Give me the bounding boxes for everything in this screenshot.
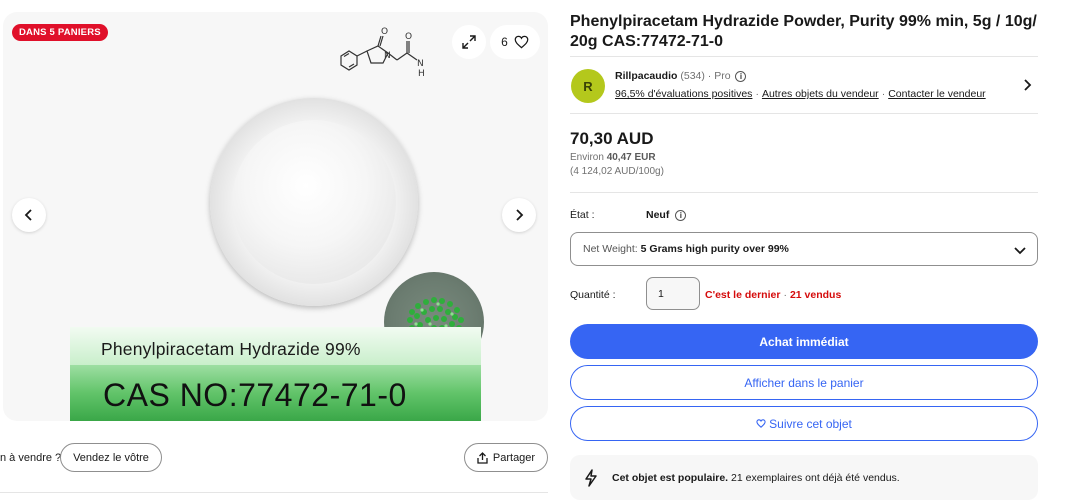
variation-select[interactable]: Net Weight: 5 Grams high purity over 99% [570,232,1038,266]
chevron-right-icon[interactable] [1021,78,1033,92]
svg-text:O: O [405,32,412,42]
svg-text:O: O [381,27,388,37]
powder-image [232,120,396,284]
divider [0,492,548,493]
unit-price: (4 124,02 AUD/100g) [570,166,664,177]
svg-text:N: N [417,59,424,69]
share-label: Partager [492,451,536,464]
watch-count-button[interactable]: 6 [490,25,540,59]
contact-seller-link[interactable]: Contacter le vendeur [888,88,985,100]
condition-label: État : [570,209,595,221]
separator: · [755,88,759,100]
watch-item-button[interactable]: Suivre cet objet [570,406,1038,441]
next-image-button[interactable] [502,198,536,232]
seller-feedback-link[interactable]: 96,5% d'évaluations positives [615,88,752,100]
price-approx-prefix: Environ [570,152,604,163]
chevron-down-icon [1014,247,1026,255]
seller-avatar[interactable]: R [571,69,605,103]
lightning-icon [585,468,597,487]
chevron-left-icon [24,209,32,221]
stock-warning: C'est le dernier · 21 vendus [705,289,841,301]
condition-value: Neuf i [646,209,687,221]
info-icon[interactable]: i [735,70,747,82]
view-cart-button[interactable]: Afficher dans le panier [570,365,1038,400]
variation-selected: 5 Grams high purity over 99% [640,243,789,255]
price-approx-value: 40,47 EUR [606,152,656,163]
image-gallery[interactable]: Phenylpiracetam Hydrazide 99% CAS NO:774… [3,12,548,421]
share-button[interactable]: Partager [464,443,548,472]
buy-now-button[interactable]: Achat immédiat [570,324,1038,359]
share-icon [477,451,488,464]
svg-text:N: N [384,51,391,61]
image-product-name: Phenylpiracetam Hydrazide 99% [101,339,361,359]
previous-image-button[interactable] [12,198,46,232]
separator: · [707,70,712,82]
watch-item-label: Suivre cet objet [769,416,852,431]
petri-dish-image [210,98,418,306]
info-icon[interactable]: i [675,209,687,221]
quantity-input[interactable]: 1 [646,277,700,310]
item-title: Phenylpiracetam Hydrazide Powder, Purity… [570,13,1037,50]
image-cas-number: CAS NO:77472-71-0 [103,377,407,413]
sell-prompt: n à vendre ? [0,452,62,464]
popularity-banner: Cet objet est populaire. 21 exemplaires … [570,455,1038,500]
heart-icon [756,419,766,428]
seller-links: 96,5% d'évaluations positives · Autres obj… [615,88,986,100]
item-price: 70,30 AUD [570,129,654,148]
expand-icon [462,35,476,49]
sold-count: 21 vendus [789,289,842,301]
variation-label: Net Weight: [583,243,638,255]
basket-count-badge: DANS 5 PANIERS [12,24,108,41]
divider [570,113,1038,114]
watch-count: 6 [501,35,508,49]
sell-yours-button[interactable]: Vendez le vôtre [60,443,162,472]
chevron-right-icon [516,209,524,221]
expand-image-button[interactable] [452,25,486,59]
seller-pro-label: Pro [714,70,731,82]
heart-icon [514,35,529,49]
quantity-label: Quantité : [570,289,616,301]
svg-text:H: H [418,69,425,79]
last-item-text: C'est le dernier [705,289,781,301]
popularity-text: Cet objet est populaire. 21 exemplaires … [612,471,900,484]
separator: · [881,88,886,100]
divider [570,56,1038,57]
product-label-band: Phenylpiracetam Hydrazide 99% CAS NO:774… [70,327,481,421]
divider [570,192,1038,193]
condition-text: Neuf [646,209,670,221]
seller-info: Rillpacaudio (534) · Pro i [615,70,747,82]
molecule-structure-icon: O N O N H [340,27,425,79]
separator: · [783,289,787,301]
seller-feedback-count: (534) [680,70,705,82]
seller-name[interactable]: Rillpacaudio [615,70,677,82]
seller-other-items-link[interactable]: Autres objets du vendeur [762,88,879,100]
price-approx: Environ 40,47 EUR [570,152,656,163]
